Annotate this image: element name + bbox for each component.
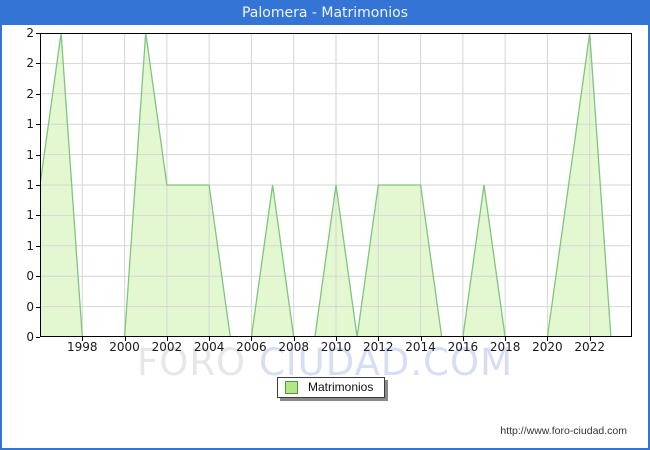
y-axis-tick — [36, 185, 40, 186]
x-axis-tick — [462, 337, 464, 341]
y-axis-label: 1 — [26, 178, 34, 192]
y-axis-tick — [36, 276, 40, 278]
x-axis-label: 2008 — [278, 340, 309, 354]
x-axis-label: 2012 — [363, 340, 394, 354]
legend: Matrimonios — [277, 377, 386, 398]
x-axis-tick — [124, 337, 126, 341]
y-axis-tick — [36, 245, 40, 247]
y-axis-tick — [36, 337, 40, 338]
legend-label: Matrimonios — [308, 380, 374, 394]
x-axis-label: 2002 — [151, 340, 183, 354]
x-axis-tick — [589, 337, 591, 341]
x-axis-tick — [82, 337, 84, 341]
y-axis-tick — [36, 63, 40, 65]
y-axis-label: 0 — [26, 269, 34, 284]
x-axis-tick — [209, 337, 211, 341]
x-axis-tick — [293, 337, 295, 341]
x-axis-tick — [420, 337, 422, 341]
x-axis-label: 2010 — [320, 340, 352, 354]
x-axis-tick — [547, 337, 549, 341]
x-axis-label: 2020 — [532, 340, 563, 354]
y-axis-label: 0 — [26, 330, 34, 344]
legend-swatch-icon — [285, 381, 298, 394]
y-axis-tick — [36, 93, 40, 95]
y-axis-tick — [36, 124, 40, 126]
plot-area — [40, 33, 632, 337]
y-axis-label: 1 — [26, 208, 34, 223]
y-axis-tick — [36, 306, 40, 308]
x-axis-tick — [166, 337, 168, 341]
x-axis-label: 2004 — [193, 340, 225, 354]
y-axis-label: 1 — [26, 147, 34, 162]
x-axis-tick — [378, 337, 380, 341]
x-axis-label: 2022 — [574, 340, 605, 354]
y-axis-label: 2 — [26, 86, 34, 101]
y-axis-label: 2 — [26, 26, 34, 40]
y-axis-tick — [36, 33, 40, 34]
x-axis-label: 2006 — [236, 340, 267, 354]
y-axis-label: 0 — [26, 299, 34, 314]
x-axis-tick — [336, 337, 337, 341]
y-axis-tick — [36, 215, 40, 217]
plot-svg — [40, 33, 632, 337]
x-axis-label: 2000 — [109, 340, 140, 354]
x-axis-label: 2016 — [447, 340, 479, 354]
x-axis-label: 2018 — [489, 340, 521, 354]
y-axis-tick — [36, 154, 40, 156]
y-axis-label: 1 — [26, 117, 34, 132]
chart-window: Palomera - Matrimonios FORO CIUDAD.COM 2… — [0, 0, 650, 450]
x-axis-label: 1998 — [67, 340, 98, 354]
x-axis-tick — [505, 337, 507, 341]
y-axis-label: 1 — [26, 238, 34, 253]
x-axis-label: 2014 — [405, 340, 436, 354]
x-axis-tick — [251, 337, 253, 341]
y-axis-label: 2 — [26, 56, 34, 71]
